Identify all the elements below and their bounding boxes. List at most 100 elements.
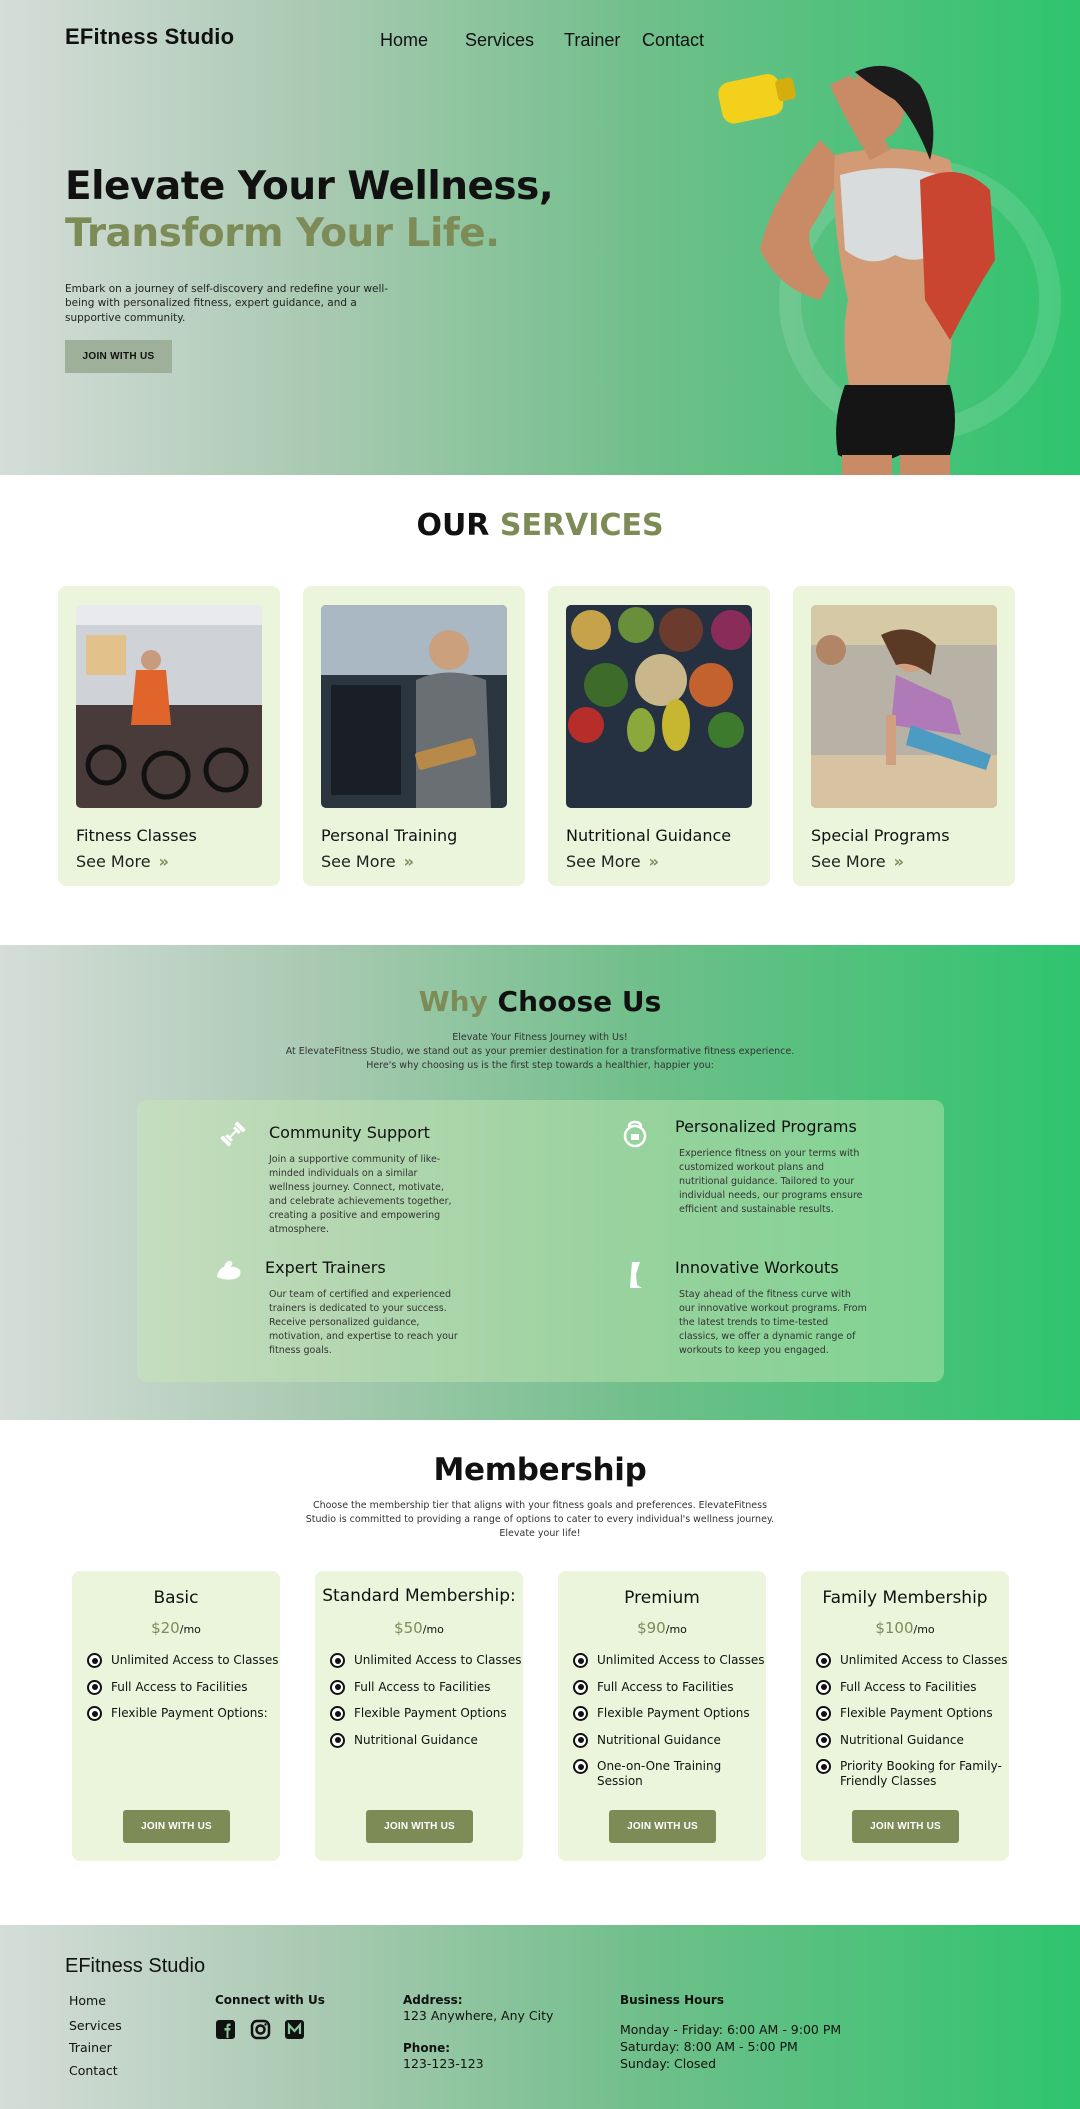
plan-card-premium: Premium $90/mo Unlimited Access to Class…: [558, 1571, 766, 1861]
see-more-link[interactable]: See More »: [76, 852, 169, 871]
plan-feature-label: Flexible Payment Options: [840, 1706, 993, 1720]
hours-saturday: Saturday: 8:00 AM - 5:00 PM: [620, 2039, 798, 2054]
nav-trainer[interactable]: Trainer: [564, 30, 620, 51]
special-programs-photo: [811, 605, 997, 808]
facebook-icon[interactable]: [215, 2019, 236, 2040]
why-title-accent: Why: [418, 985, 488, 1018]
plan-price-amount: $20: [151, 1619, 180, 1637]
plan-price-amount: $90: [637, 1619, 666, 1637]
radio-bullet-icon: [573, 1732, 588, 1748]
feature-title: Personalized Programs: [675, 1117, 857, 1136]
fitness-classes-photo: [76, 605, 262, 808]
plan-join-button[interactable]: JOIN WITH US: [852, 1810, 959, 1843]
medium-icon[interactable]: [284, 2019, 305, 2040]
address-label: Address:: [403, 1993, 463, 2007]
instagram-icon[interactable]: [250, 2019, 271, 2040]
hours-weekday: Monday - Friday: 6:00 AM - 9:00 PM: [620, 2022, 842, 2037]
plan-features: Unlimited Access to Classes Full Access …: [330, 1653, 522, 1759]
see-more-link[interactable]: See More »: [566, 852, 659, 871]
plan-join-button[interactable]: JOIN WITH US: [609, 1810, 716, 1843]
plan-feature: Flexible Payment Options: [573, 1706, 766, 1721]
plan-card-basic: Basic $20/mo Unlimited Access to Classes…: [72, 1571, 280, 1861]
leg-icon: [630, 1262, 642, 1288]
feature-text: Stay ahead of the fitness curve with our…: [679, 1289, 867, 1357]
plan-card-family: Family Membership $100/mo Unlimited Acce…: [801, 1571, 1009, 1861]
service-card-nutritional-guidance[interactable]: Nutritional Guidance See More »: [548, 586, 770, 886]
nav-services[interactable]: Services: [465, 30, 534, 51]
service-card-fitness-classes[interactable]: Fitness Classes See More »: [58, 586, 280, 886]
footer-link-contact[interactable]: Contact: [69, 2063, 118, 2078]
hero-athlete-image: [718, 65, 1061, 475]
nav-home[interactable]: Home: [380, 30, 428, 51]
see-more-label: See More: [321, 852, 396, 871]
radio-bullet-icon: [330, 1679, 345, 1695]
radio-bullet-icon: [330, 1653, 345, 1668]
kettlebell-icon: [623, 1120, 647, 1148]
plan-join-button[interactable]: JOIN WITH US: [123, 1810, 230, 1843]
membership-title: Membership: [433, 1452, 647, 1488]
footer-brand[interactable]: EFitness Studio: [65, 1955, 205, 1978]
plan-feature-label: Nutritional Guidance: [597, 1732, 721, 1747]
plan-feature: Flexible Payment Options: [816, 1706, 1009, 1721]
footer-link-trainer[interactable]: Trainer: [69, 2040, 112, 2055]
plan-price: $100/mo: [801, 1619, 1009, 1637]
hero-join-button[interactable]: JOIN WITH US: [65, 340, 172, 373]
double-chevron-right-icon: »: [893, 852, 904, 871]
plan-feature: Unlimited Access to Classes: [573, 1653, 766, 1668]
radio-bullet-icon: [330, 1706, 345, 1721]
connect-title: Connect with Us: [215, 1993, 325, 2007]
flexed-arm-icon: [217, 1260, 241, 1280]
plan-price: $90/mo: [558, 1619, 766, 1637]
plan-feature-label: Unlimited Access to Classes: [354, 1653, 522, 1667]
service-name: Fitness Classes: [76, 826, 197, 845]
plan-feature: Unlimited Access to Classes: [330, 1653, 522, 1668]
see-more-link[interactable]: See More »: [811, 852, 904, 871]
plan-feature-label: One-on-One Training Session: [597, 1759, 722, 1788]
feature-text: Our team of certified and experienced tr…: [269, 1289, 458, 1357]
plan-price-unit: /mo: [422, 1623, 444, 1636]
plan-name: Family Membership: [822, 1588, 988, 1608]
radio-bullet-icon: [816, 1732, 831, 1748]
service-name: Nutritional Guidance: [566, 826, 732, 845]
service-card-personal-training[interactable]: Personal Training See More »: [303, 586, 525, 886]
nav-contact[interactable]: Contact: [642, 30, 704, 51]
services-title: OUR SERVICES: [0, 508, 1080, 543]
hero-description: Embark on a journey of self-discovery an…: [65, 283, 389, 324]
services-title-plain: OUR: [416, 508, 490, 543]
plan-feature: One-on-One Training Session: [573, 1759, 766, 1789]
services-title-accent: SERVICES: [499, 508, 664, 543]
nutritional-guidance-photo: [566, 605, 752, 808]
feature-text: Experience fitness on your terms with cu…: [679, 1148, 863, 1216]
why-subtitle-1: Elevate Your Fitness Journey with Us!: [452, 1032, 628, 1043]
plan-features: Unlimited Access to Classes Full Access …: [573, 1653, 766, 1801]
service-card-special-programs[interactable]: Special Programs See More »: [793, 586, 1015, 886]
plan-price-amount: $50: [394, 1619, 423, 1637]
plan-feature: Flexible Payment Options:: [87, 1706, 279, 1721]
double-chevron-right-icon: »: [403, 852, 414, 871]
plan-name: Standard Membership:: [322, 1586, 516, 1606]
phone-value: 123-123-123: [403, 2056, 484, 2071]
plan-feature: Flexible Payment Options: [330, 1706, 522, 1721]
plan-price-unit: /mo: [665, 1623, 687, 1636]
brand-logo[interactable]: EFitness Studio: [65, 24, 234, 50]
plan-feature-label: Unlimited Access to Classes: [111, 1653, 279, 1667]
plan-feature-label: Flexible Payment Options:: [111, 1706, 268, 1720]
feature-text: Join a supportive community of like-mind…: [269, 1154, 452, 1236]
hero-section: EFitness Studio Home Services Trainer Co…: [0, 0, 1080, 475]
hero-title: Elevate Your Wellness, Transform Your Li…: [65, 164, 554, 258]
why-subtitle: Elevate Your Fitness Journey with Us! At…: [0, 1031, 1080, 1072]
footer-link-home[interactable]: Home: [69, 1993, 106, 2008]
radio-bullet-icon: [87, 1653, 102, 1668]
see-more-link[interactable]: See More »: [321, 852, 414, 871]
see-more-label: See More: [566, 852, 641, 871]
plan-price-amount: $100: [875, 1619, 914, 1637]
radio-bullet-icon: [816, 1759, 831, 1774]
double-chevron-right-icon: »: [648, 852, 659, 871]
radio-bullet-icon: [816, 1653, 831, 1668]
footer-link-services[interactable]: Services: [69, 2018, 122, 2033]
plan-name: Basic: [153, 1588, 199, 1608]
membership-subtitle: Choose the membership tier that aligns w…: [305, 1500, 775, 1539]
plan-join-button[interactable]: JOIN WITH US: [366, 1810, 473, 1843]
hours-title: Business Hours: [620, 1993, 724, 2007]
feature-title: Community Support: [269, 1123, 430, 1142]
